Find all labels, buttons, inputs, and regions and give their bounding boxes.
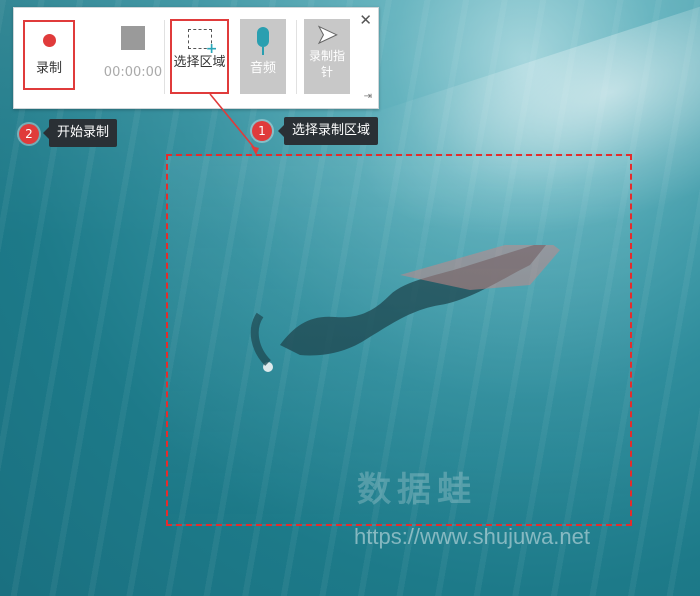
watermark-url: https://www.shujuwa.net: [354, 524, 591, 549]
watermark-name: 数据蛙: [357, 470, 477, 510]
